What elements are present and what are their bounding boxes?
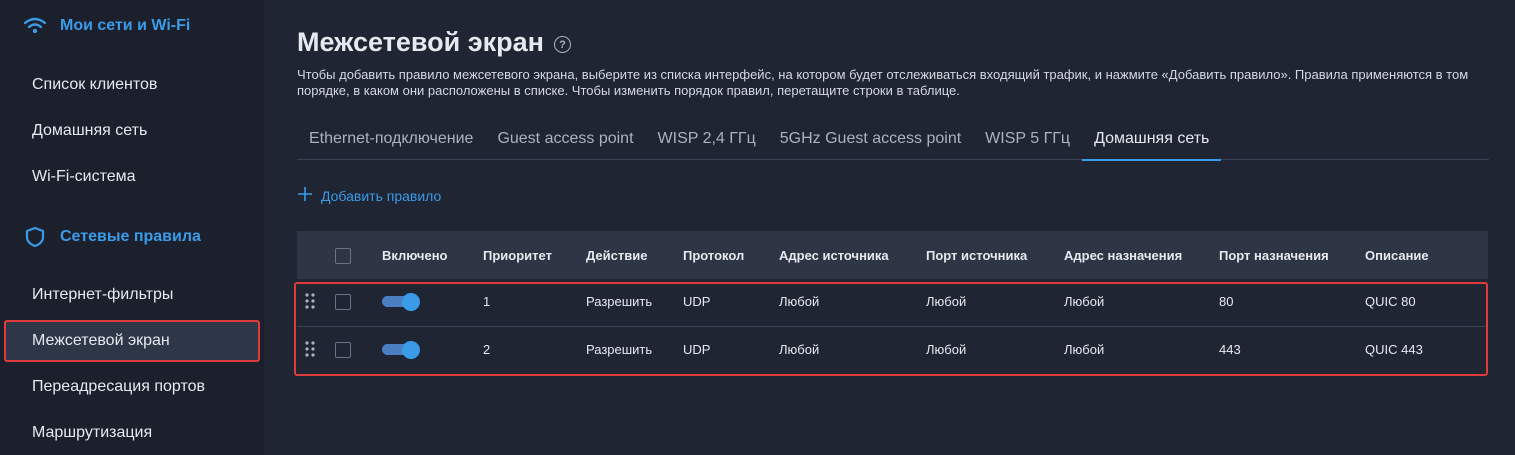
cell-source-address: Любой bbox=[779, 342, 820, 357]
header-source-port[interactable]: Порт источника bbox=[926, 248, 1027, 263]
row-checkbox[interactable] bbox=[335, 294, 351, 310]
row-checkbox[interactable] bbox=[335, 342, 351, 358]
cell-action: Разрешить bbox=[586, 342, 653, 357]
cell-description: QUIC 80 bbox=[1365, 294, 1416, 309]
sidebar-item-home-network[interactable]: Домашняя сеть bbox=[32, 122, 147, 140]
table-row[interactable]: 1 Разрешить UDP Любой Любой Любой 80 QUI… bbox=[297, 279, 1488, 327]
shield-icon bbox=[24, 226, 46, 248]
sidebar-item-clients[interactable]: Список клиентов bbox=[32, 76, 157, 94]
tab-ethernet[interactable]: Ethernet-подключение bbox=[297, 122, 485, 159]
header-enabled[interactable]: Включено bbox=[382, 248, 448, 263]
page-description: Чтобы добавить правило межсетевого экран… bbox=[297, 67, 1469, 98]
cell-priority: 1 bbox=[483, 294, 491, 309]
tab-home-network[interactable]: Домашняя сеть bbox=[1082, 122, 1222, 161]
header-description[interactable]: Описание bbox=[1365, 248, 1429, 263]
cell-destination-port: 443 bbox=[1219, 342, 1241, 357]
header-action[interactable]: Действие bbox=[586, 248, 647, 263]
sidebar-item-internet-filters[interactable]: Интернет-фильтры bbox=[32, 286, 173, 304]
sidebar-group-network-rules[interactable]: Сетевые правила bbox=[24, 226, 201, 248]
header-protocol[interactable]: Протокол bbox=[683, 248, 744, 263]
select-all-checkbox[interactable] bbox=[335, 248, 351, 264]
header-destination-port[interactable]: Порт назначения bbox=[1219, 248, 1329, 263]
enabled-toggle[interactable] bbox=[382, 293, 420, 311]
sidebar-group-networks[interactable]: Мои сети и Wi-Fi bbox=[24, 17, 190, 35]
tab-5ghz-guest-access-point[interactable]: 5GHz Guest access point bbox=[768, 122, 973, 159]
cell-source-address: Любой bbox=[779, 294, 820, 309]
header-source-address[interactable]: Адрес источника bbox=[779, 248, 889, 263]
cell-destination-address: Любой bbox=[1064, 294, 1105, 309]
title-row: Межсетевой экран ? bbox=[297, 27, 571, 58]
sidebar-item-firewall[interactable]: Межсетевой экран bbox=[4, 320, 260, 362]
sidebar: Мои сети и Wi-Fi Список клиентов Домашня… bbox=[0, 0, 264, 455]
add-rule-button[interactable]: Добавить правило bbox=[297, 186, 441, 205]
firewall-rules-table: Включено Приоритет Действие Протокол Адр… bbox=[294, 231, 1488, 376]
drag-handle-icon[interactable] bbox=[305, 341, 315, 362]
cell-source-port: Любой bbox=[926, 342, 967, 357]
tab-wisp-2-4[interactable]: WISP 2,4 ГГц bbox=[646, 122, 768, 159]
tab-wisp-5[interactable]: WISP 5 ГГц bbox=[973, 122, 1082, 159]
cell-priority: 2 bbox=[483, 342, 491, 357]
header-priority[interactable]: Приоритет bbox=[483, 248, 552, 263]
sidebar-group-label: Мои сети и Wi-Fi bbox=[60, 17, 191, 34]
table-header: Включено Приоритет Действие Протокол Адр… bbox=[297, 231, 1488, 279]
cell-destination-address: Любой bbox=[1064, 342, 1105, 357]
sidebar-item-port-forwarding[interactable]: Переадресация портов bbox=[32, 378, 205, 396]
sidebar-item-routing[interactable]: Маршрутизация bbox=[32, 424, 152, 442]
cell-action: Разрешить bbox=[586, 294, 653, 309]
drag-handle-icon[interactable] bbox=[305, 293, 315, 314]
cell-protocol: UDP bbox=[683, 294, 711, 309]
add-rule-label: Добавить правило bbox=[321, 187, 442, 204]
sidebar-group-label: Сетевые правила bbox=[60, 228, 201, 245]
page-title: Межсетевой экран bbox=[297, 27, 544, 57]
cell-source-port: Любой bbox=[926, 294, 967, 309]
main-content: Межсетевой экран ? Чтобы добавить правил… bbox=[294, 0, 1515, 455]
enabled-toggle[interactable] bbox=[382, 341, 420, 359]
cell-destination-port: 80 bbox=[1219, 294, 1234, 309]
tab-guest-access-point[interactable]: Guest access point bbox=[485, 122, 645, 159]
table-row[interactable]: 2 Разрешить UDP Любой Любой Любой 443 QU… bbox=[297, 327, 1488, 375]
interface-tabs: Ethernet-подключение Guest access point … bbox=[297, 122, 1489, 161]
cell-description: QUIC 443 bbox=[1365, 342, 1423, 357]
help-icon[interactable]: ? bbox=[553, 36, 571, 53]
cell-protocol: UDP bbox=[683, 342, 711, 357]
wifi-icon bbox=[24, 17, 46, 35]
header-destination-address[interactable]: Адрес назначения bbox=[1064, 248, 1182, 263]
plus-icon bbox=[297, 186, 313, 205]
sidebar-item-wifi-system[interactable]: Wi-Fi-система bbox=[32, 168, 136, 186]
